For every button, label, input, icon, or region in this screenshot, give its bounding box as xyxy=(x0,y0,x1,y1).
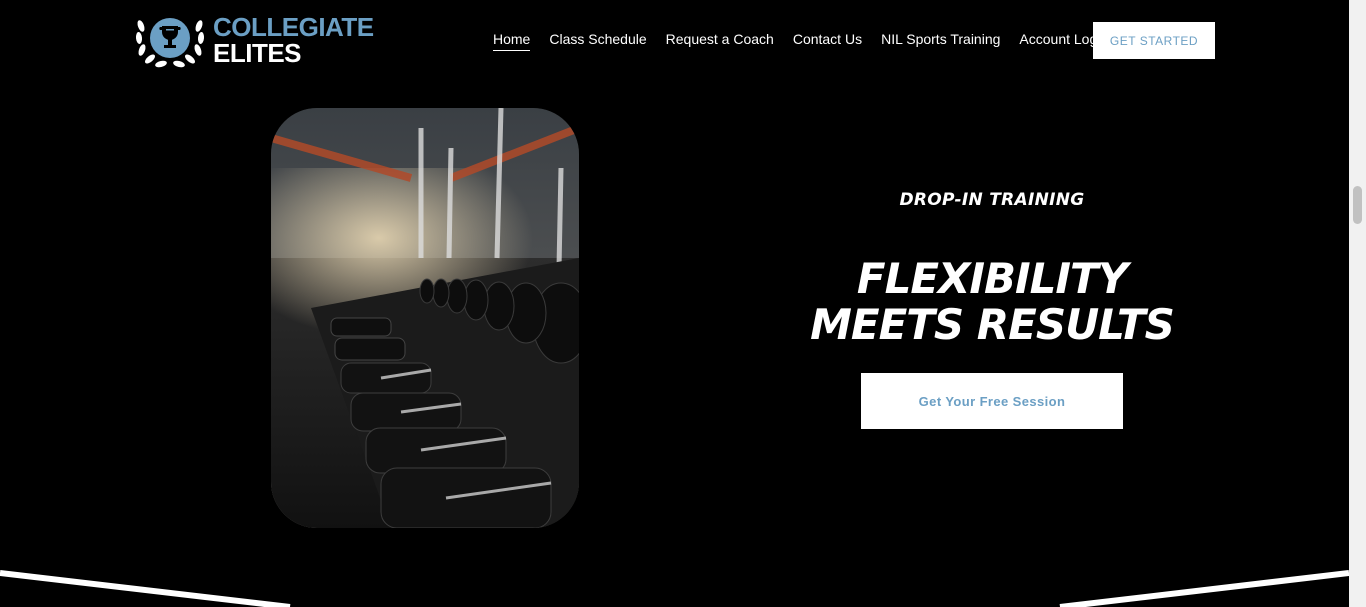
main-nav: Home Class Schedule Request a Coach Cont… xyxy=(493,31,1113,51)
vertical-scrollbar[interactable] xyxy=(1349,0,1366,607)
page: COLLEGIATE ELITES Home Class Schedule Re… xyxy=(0,0,1349,607)
brand-name-line2: ELITES xyxy=(213,38,302,68)
hero-eyebrow: DROP-IN TRAINING xyxy=(899,190,1085,210)
nav-item-nil-sports-training[interactable]: NIL Sports Training xyxy=(881,31,1000,51)
nav-item-contact-us[interactable]: Contact Us xyxy=(793,31,862,51)
scrollbar-thumb[interactable] xyxy=(1353,186,1362,224)
free-session-button[interactable]: Get Your Free Session xyxy=(861,373,1123,429)
trophy-laurel-icon xyxy=(135,18,205,68)
decorative-divider-lines xyxy=(0,570,1349,607)
nav-item-class-schedule[interactable]: Class Schedule xyxy=(549,31,646,51)
nav-item-request-a-coach[interactable]: Request a Coach xyxy=(666,31,774,51)
brand-name-line1: COLLEGIATE xyxy=(213,12,374,42)
brand-logo[interactable]: COLLEGIATE ELITES xyxy=(135,12,374,68)
dumbbell-rack-image xyxy=(271,108,579,528)
hero-headline-line1: FLEXIBILITY xyxy=(856,254,1128,303)
hero-image xyxy=(271,108,579,528)
get-started-button[interactable]: GET STARTED xyxy=(1093,22,1215,59)
hero-headline: FLEXIBILITY MEETS RESULTS xyxy=(770,256,1214,348)
hero-headline-line2: MEETS RESULTS xyxy=(810,300,1175,349)
nav-item-home[interactable]: Home xyxy=(493,31,531,51)
